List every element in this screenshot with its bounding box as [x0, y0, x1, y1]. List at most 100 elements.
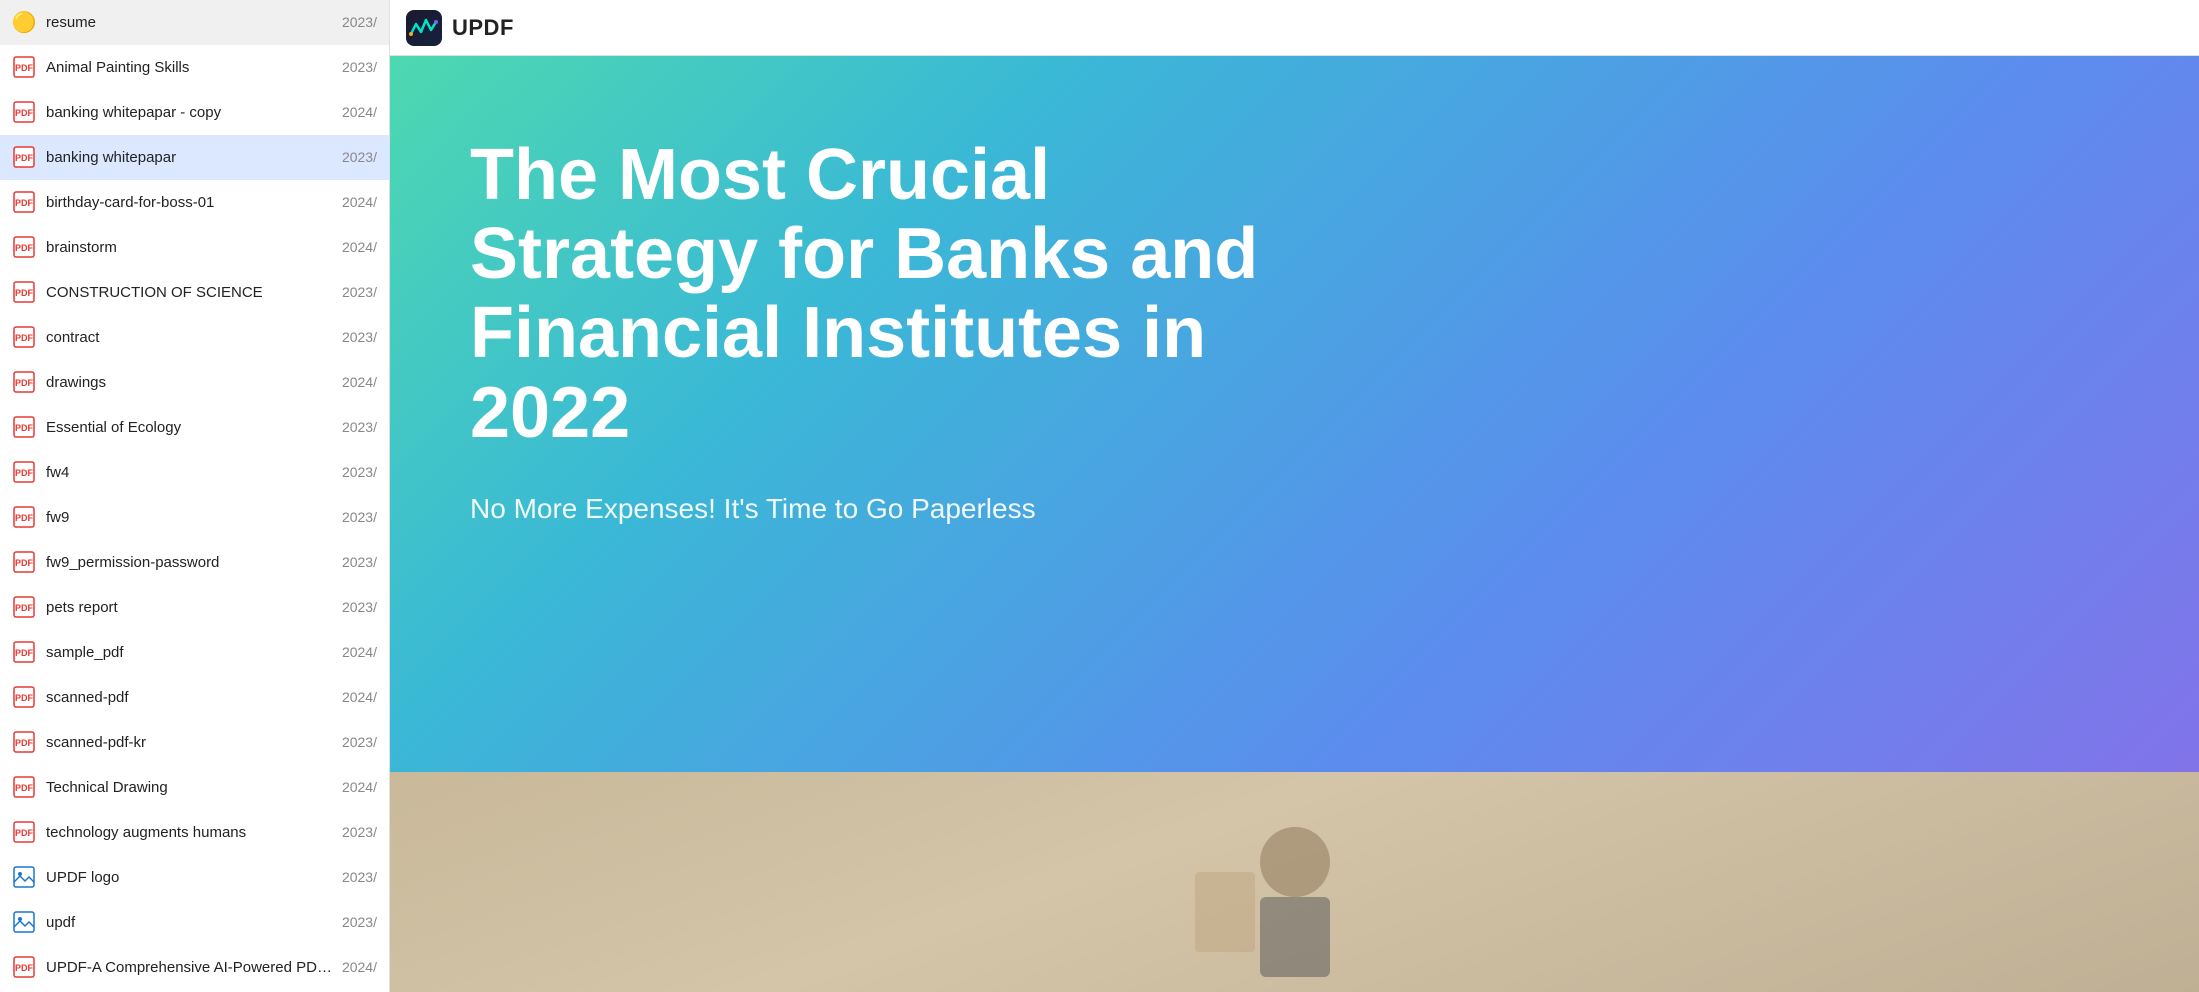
file-item-essential-ecology[interactable]: PDF Essential of Ecology 2023/ [0, 405, 389, 450]
pdf-file-icon: PDF [12, 460, 36, 484]
pdf-file-icon: PDF [12, 370, 36, 394]
preview-image [390, 772, 2199, 992]
svg-text:PDF: PDF [15, 423, 34, 433]
file-item-banking-whitepapar[interactable]: PDF banking whitepapar 2023/ [0, 135, 389, 180]
file-name-label: scanned-pdf [46, 689, 334, 706]
image-file-icon [12, 910, 36, 934]
file-item-scanned-pdf-kr[interactable]: PDFscanned-pdf-kr2023/ [0, 720, 389, 765]
pdf-file-icon: PDF [12, 640, 36, 664]
app-logo [406, 10, 442, 46]
file-date-label: 2024/ [342, 239, 377, 255]
file-name-label: brainstorm [46, 239, 334, 256]
file-date-label: 2024/ [342, 689, 377, 705]
pdf-file-icon: PDF [12, 55, 36, 79]
file-date-label: 2024/ [342, 959, 377, 975]
file-item-banking-copy[interactable]: PDF banking whitepapar - copy 2024/ [0, 90, 389, 135]
pdf-file-icon: PDF [12, 955, 36, 979]
file-name-label: UPDF-A Comprehensive AI-Powered PDF E... [46, 959, 334, 976]
file-item-sample-pdf[interactable]: PDF sample_pdf 2024/ [0, 630, 389, 675]
svg-text:PDF: PDF [15, 468, 34, 478]
file-date-label: 2024/ [342, 194, 377, 210]
file-date-label: 2023/ [342, 554, 377, 570]
svg-text:PDF: PDF [15, 648, 34, 658]
svg-text:PDF: PDF [15, 738, 34, 748]
file-date-label: 2023/ [342, 59, 377, 75]
file-item-brainstorm[interactable]: PDF brainstorm 2024/ [0, 225, 389, 270]
svg-text:PDF: PDF [15, 558, 34, 568]
file-date-label: 2023/ [342, 509, 377, 525]
file-item-technical-drawing[interactable]: PDFTechnical Drawing2024/ [0, 765, 389, 810]
file-item-fw9[interactable]: PDF fw9 2023/ [0, 495, 389, 540]
pdf-file-icon: PDF [12, 685, 36, 709]
file-name-label: CONSTRUCTION OF SCIENCE [46, 284, 334, 301]
svg-text:PDF: PDF [15, 603, 34, 613]
file-name-label: fw9 [46, 509, 334, 526]
file-name-label: banking whitepapar - copy [46, 104, 334, 121]
svg-text:PDF: PDF [15, 108, 34, 118]
file-name-label: birthday-card-for-boss-01 [46, 194, 334, 211]
pdf-file-icon: PDF [12, 190, 36, 214]
app-name-label: UPDF [452, 15, 514, 41]
pdf-file-icon: PDF [12, 145, 36, 169]
svg-text:PDF: PDF [15, 963, 34, 973]
file-item-resume[interactable]: 🟡resume2023/ [0, 0, 389, 45]
file-date-label: 2023/ [342, 464, 377, 480]
file-name-label: pets report [46, 599, 334, 616]
pdf-file-icon: PDF [12, 550, 36, 574]
file-date-label: 2023/ [342, 734, 377, 750]
file-name-label: banking whitepapar [46, 149, 334, 166]
file-item-updf-ai-1[interactable]: PDF UPDF-A Comprehensive AI-Powered PDF E… [0, 945, 389, 990]
svg-text:PDF: PDF [15, 198, 34, 208]
file-date-label: 2023/ [342, 419, 377, 435]
file-name-label: fw4 [46, 464, 334, 481]
file-date-label: 2023/ [342, 149, 377, 165]
svg-text:PDF: PDF [15, 63, 34, 73]
file-item-construction[interactable]: PDF CONSTRUCTION OF SCIENCE 2023/ [0, 270, 389, 315]
svg-text:PDF: PDF [15, 153, 34, 163]
svg-text:PDF: PDF [15, 333, 34, 343]
pdf-file-icon: PDF [12, 280, 36, 304]
file-item-fw4[interactable]: PDF fw4 2023/ [0, 450, 389, 495]
file-item-technology-augments[interactable]: PDFtechnology augments humans2023/ [0, 810, 389, 855]
file-item-drawings[interactable]: PDF drawings 2024/ [0, 360, 389, 405]
file-name-label: fw9_permission-password [46, 554, 334, 571]
file-item-updf[interactable]: updf 2023/ [0, 900, 389, 945]
pdf-file-icon: PDF [12, 415, 36, 439]
file-name-label: sample_pdf [46, 644, 334, 661]
file-item-fw9-permission[interactable]: PDF fw9_permission-password 2023/ [0, 540, 389, 585]
file-item-scanned-pdf[interactable]: PDF scanned-pdf 2024/ [0, 675, 389, 720]
file-date-label: 2023/ [342, 284, 377, 300]
svg-text:PDF: PDF [15, 378, 34, 388]
file-date-label: 2023/ [342, 599, 377, 615]
preview-main-title: The Most Crucial Strategy for Banks and … [470, 136, 1290, 453]
file-name-label: Essential of Ecology [46, 419, 334, 436]
folder-icon: 🟡 [12, 10, 36, 34]
file-name-label: Technical Drawing [46, 779, 334, 796]
file-name-label: technology augments humans [46, 824, 334, 841]
file-date-label: 2023/ [342, 914, 377, 930]
file-name-label: Animal Painting Skills [46, 59, 334, 76]
pdf-file-icon: PDF [12, 730, 36, 754]
svg-text:PDF: PDF [15, 783, 34, 793]
image-file-icon [12, 865, 36, 889]
file-date-label: 2024/ [342, 644, 377, 660]
file-item-pets-report[interactable]: PDF pets report 2023/ [0, 585, 389, 630]
svg-text:PDF: PDF [15, 288, 34, 298]
file-date-label: 2024/ [342, 374, 377, 390]
file-name-label: updf [46, 914, 334, 931]
pdf-file-icon: PDF [12, 595, 36, 619]
main-content: UPDF The Most Crucial Strategy for Banks… [390, 0, 2199, 992]
file-item-contract[interactable]: PDFcontract2023/ [0, 315, 389, 360]
file-date-label: 2024/ [342, 104, 377, 120]
pdf-file-icon: PDF [12, 775, 36, 799]
file-item-birthday-card[interactable]: PDF birthday-card-for-boss-01 2024/ [0, 180, 389, 225]
file-date-label: 2023/ [342, 14, 377, 30]
pdf-file-icon: PDF [12, 505, 36, 529]
svg-text:PDF: PDF [15, 513, 34, 523]
pdf-file-icon: PDF [12, 235, 36, 259]
file-date-label: 2023/ [342, 869, 377, 885]
pdf-file-icon: PDF [12, 820, 36, 844]
file-item-updf-logo[interactable]: UPDF logo2023/ [0, 855, 389, 900]
file-name-label: drawings [46, 374, 334, 391]
file-item-animal-painting[interactable]: PDF Animal Painting Skills 2023/ [0, 45, 389, 90]
